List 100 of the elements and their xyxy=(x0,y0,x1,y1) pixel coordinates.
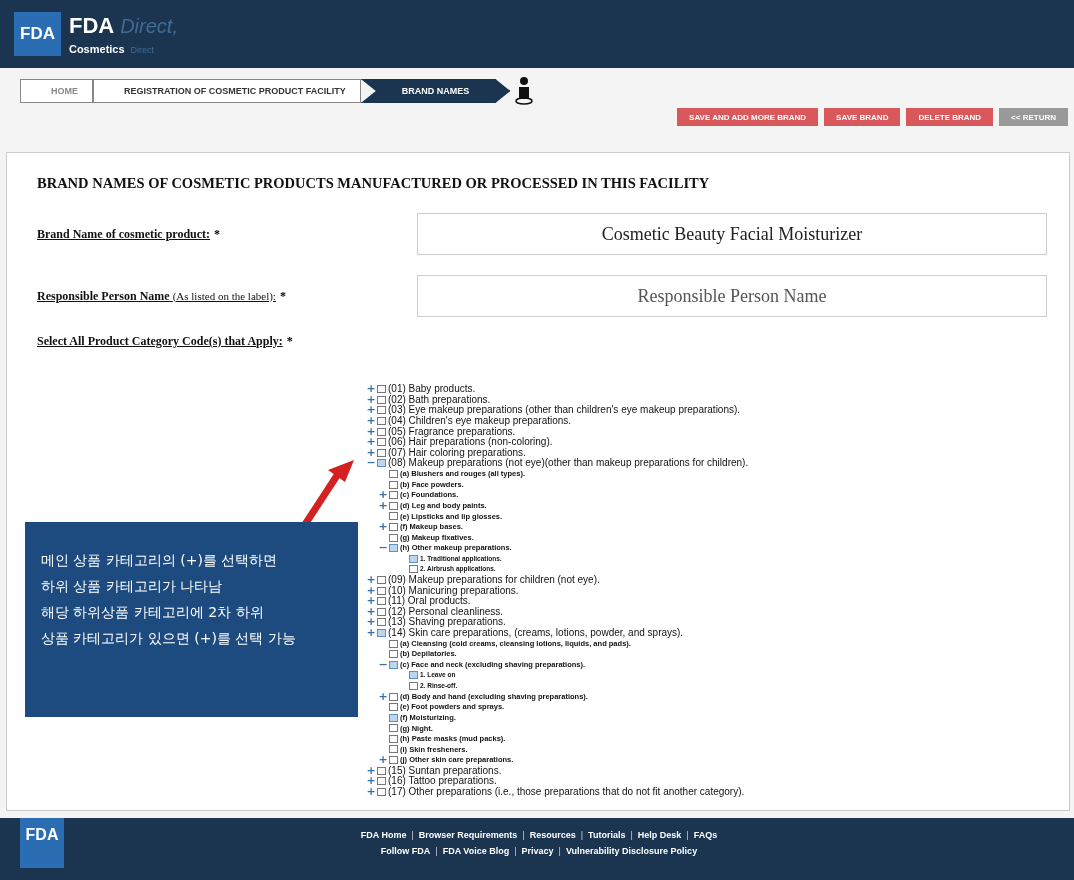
required-mark: * xyxy=(214,226,221,242)
checkbox[interactable] xyxy=(377,427,386,436)
checkbox[interactable] xyxy=(377,417,386,426)
category-label: (14) Skin care preparations, (creams, lotions, powder, and sprays). xyxy=(388,627,684,638)
checkbox[interactable] xyxy=(389,650,398,659)
checkbox[interactable] xyxy=(389,703,398,712)
expand-toggle[interactable]: + xyxy=(366,447,376,458)
footer-link[interactable]: FDA Home xyxy=(360,830,407,840)
expand-toggle[interactable]: + xyxy=(378,490,388,501)
footer-link[interactable]: FAQs xyxy=(693,830,718,840)
checkbox[interactable] xyxy=(389,501,398,510)
expand-toggle[interactable]: − xyxy=(378,543,388,554)
checkbox[interactable] xyxy=(409,681,418,690)
category-label: (15) Suntan preparations. xyxy=(388,765,502,776)
checkbox[interactable] xyxy=(377,597,386,606)
text-field[interactable]: Cosmetic Beauty Facial Moisturizer xyxy=(417,213,1047,255)
action-button[interactable]: SAVE BRAND xyxy=(824,108,901,126)
app-subtitle-suffix: Direct xyxy=(130,45,155,55)
expand-toggle[interactable]: + xyxy=(366,405,376,416)
app-subtitle: Cosmetics xyxy=(68,43,125,55)
expand-toggle[interactable]: + xyxy=(378,755,388,766)
footer-link[interactable]: Help Desk xyxy=(637,830,682,840)
checkbox[interactable] xyxy=(389,491,398,500)
expand-toggle[interactable]: + xyxy=(378,522,388,532)
footer-link[interactable]: FDA Voice Blog xyxy=(442,846,510,856)
checkbox[interactable] xyxy=(389,523,398,531)
breadcrumb-step[interactable]: HOME xyxy=(20,79,93,103)
breadcrumb-step[interactable]: BRAND NAMES xyxy=(360,79,511,103)
checkbox[interactable] xyxy=(377,438,386,447)
checkbox[interactable] xyxy=(377,385,386,394)
action-button[interactable]: DELETE BRAND xyxy=(906,108,994,126)
checkbox[interactable] xyxy=(389,756,398,765)
expand-toggle[interactable]: + xyxy=(366,394,376,405)
expand-toggle[interactable]: + xyxy=(366,606,376,617)
checkbox[interactable] xyxy=(389,533,398,542)
checkbox[interactable] xyxy=(377,395,386,404)
checkbox[interactable] xyxy=(377,576,386,584)
checkbox[interactable] xyxy=(389,734,398,743)
checkbox[interactable] xyxy=(377,787,386,796)
footer-link[interactable]: Follow FDA xyxy=(380,846,431,856)
expand-toggle[interactable]: + xyxy=(366,585,376,596)
expand-toggle[interactable]: + xyxy=(366,416,376,427)
checkbox[interactable] xyxy=(377,607,386,616)
fda-logo: FDA xyxy=(20,818,64,868)
expand-toggle[interactable]: − xyxy=(378,659,388,670)
footer-link[interactable]: Privacy xyxy=(521,846,554,856)
checkbox[interactable] xyxy=(389,639,398,648)
checkbox[interactable] xyxy=(409,554,418,563)
checkbox[interactable] xyxy=(389,660,398,669)
expand-toggle[interactable]: + xyxy=(378,691,388,702)
action-button[interactable]: << RETURN xyxy=(999,108,1068,126)
separator: | xyxy=(580,830,584,840)
expand-toggle[interactable]: − xyxy=(366,458,376,469)
footer-link[interactable]: Resources xyxy=(529,830,576,840)
checkbox[interactable] xyxy=(389,470,398,479)
expand-toggle[interactable]: + xyxy=(366,575,376,585)
expand-toggle[interactable]: + xyxy=(366,617,376,628)
footer-link[interactable]: Tutorials xyxy=(588,830,626,840)
field-label: Brand Name of cosmetic product: xyxy=(37,226,211,242)
category-heading: Select All Product Category Code(s) that Apply: xyxy=(37,334,283,349)
checkbox[interactable] xyxy=(389,480,398,489)
expand-toggle[interactable]: + xyxy=(366,426,376,437)
checkbox[interactable] xyxy=(389,512,398,521)
expand-toggle[interactable]: + xyxy=(366,437,376,448)
checkbox[interactable] xyxy=(389,713,398,722)
checkbox[interactable] xyxy=(409,671,418,680)
checkbox[interactable] xyxy=(377,586,386,595)
expand-toggle[interactable]: + xyxy=(366,384,376,395)
category-label: (12) Personal cleanliness. xyxy=(388,606,504,617)
category-label: (07) Hair coloring preparations. xyxy=(388,447,526,458)
category-label: (06) Hair preparations (non-coloring). xyxy=(388,437,553,448)
checkbox[interactable] xyxy=(377,628,386,637)
checkbox[interactable] xyxy=(389,745,398,754)
checkbox[interactable] xyxy=(389,724,398,733)
text-field[interactable]: Responsible Person Name xyxy=(417,275,1047,317)
category-label: (05) Fragrance preparations. xyxy=(388,426,516,437)
checkbox[interactable] xyxy=(377,777,386,786)
expand-toggle[interactable]: + xyxy=(366,765,376,776)
breadcrumb-step[interactable]: REGISTRATION OF COSMETIC PRODUCT FACILITY xyxy=(93,79,361,103)
category-label: (16) Tattoo preparations. xyxy=(388,776,497,787)
expand-toggle[interactable]: + xyxy=(366,776,376,787)
expand-toggle[interactable]: + xyxy=(366,786,376,797)
expand-toggle[interactable]: + xyxy=(366,596,376,607)
separator: | xyxy=(686,830,689,840)
checkbox[interactable] xyxy=(377,448,386,457)
required-mark: * xyxy=(279,288,286,304)
person-icon xyxy=(514,76,535,106)
category-label: (09) Makeup preparations for children (not eye). xyxy=(388,575,600,585)
checkbox[interactable] xyxy=(377,766,386,775)
checkbox[interactable] xyxy=(389,544,398,553)
checkbox[interactable] xyxy=(377,406,386,415)
expand-toggle[interactable]: + xyxy=(378,500,388,511)
footer-link[interactable]: Vulnerability Disclosure Policy xyxy=(565,846,698,856)
checkbox[interactable] xyxy=(409,565,418,574)
checkbox[interactable] xyxy=(389,692,398,701)
action-button[interactable]: SAVE AND ADD MORE BRAND xyxy=(677,108,819,126)
checkbox[interactable] xyxy=(377,618,386,627)
checkbox[interactable] xyxy=(377,459,386,468)
footer-link[interactable]: Browser Requirements xyxy=(418,830,518,840)
expand-toggle[interactable]: + xyxy=(366,627,376,638)
